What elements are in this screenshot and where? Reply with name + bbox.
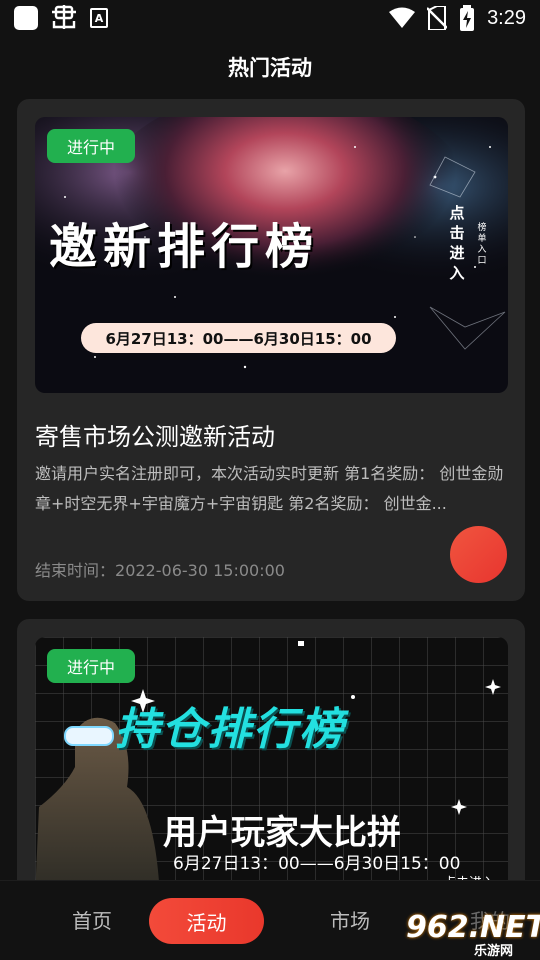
a-badge-icon: A [90, 8, 108, 28]
watermark-text: 962.NET [406, 910, 540, 945]
banner-date: 6月27日13：00——6月30日15：00 [81, 323, 396, 353]
status-bar-left-icons: A [14, 5, 108, 31]
wifi-icon [389, 7, 416, 28]
banner-subtitle: 用户玩家大比拼 [163, 813, 401, 853]
banner-title: 持仓排行榜 [115, 704, 345, 755]
activity-banner[interactable]: 进行中 持仓排行榜 用户玩家大比拼 6月27日13：00——6月30日15：00… [35, 637, 508, 909]
activity-card[interactable]: 进行中 持仓排行榜 用户玩家大比拼 6月27日13：00——6月30日15：00… [17, 619, 525, 909]
app-square-icon [14, 6, 38, 30]
status-bar: A 3:29 [0, 0, 540, 36]
activity-card[interactable]: 进行中 邀新排行榜 点击进入 榜单入口 6月27日13：00——6月30日15：… [17, 99, 525, 601]
banner-side-text: 点击进入 [449, 204, 465, 282]
watermark-subtext: 乐游网 [474, 944, 514, 959]
no-sim-icon [427, 6, 448, 30]
end-time-label: 结束时间： [35, 561, 116, 580]
nav-market[interactable]: 市场 [330, 905, 370, 934]
activity-action-button[interactable] [450, 526, 507, 583]
page-title: 热门活动 [228, 56, 312, 80]
activity-end-time: 结束时间：2022-06-30 15:00:00 [35, 557, 285, 581]
status-time: 3:29 [487, 6, 526, 29]
bug-icon [52, 5, 76, 29]
banner-date: 6月27日13：00——6月30日15：00 [173, 854, 461, 874]
activity-description: 邀请用户实名注册即可，本次活动实时更新 第1名奖励： 创世金勋章+时空无界+宇宙… [35, 464, 504, 513]
banner-side-small-text: 榜单入口 [477, 223, 487, 266]
banner-title: 邀新排行榜 [49, 219, 320, 275]
status-badge: 进行中 [47, 649, 135, 683]
status-bar-right-icons: 3:29 [389, 4, 526, 32]
status-badge: 进行中 [47, 129, 135, 163]
end-time-value: 2022-06-30 15:00:00 [115, 561, 285, 580]
nav-home[interactable]: 首页 [72, 905, 112, 934]
nav-activity[interactable]: 活动 [149, 898, 264, 944]
activity-title: 寄售市场公测邀新活动 [35, 423, 275, 451]
battery-charging-icon [460, 5, 475, 31]
site-watermark-logo: 962.NET 乐游网 [400, 908, 540, 959]
activity-banner[interactable]: 进行中 邀新排行榜 点击进入 榜单入口 6月27日13：00——6月30日15：… [35, 117, 508, 393]
